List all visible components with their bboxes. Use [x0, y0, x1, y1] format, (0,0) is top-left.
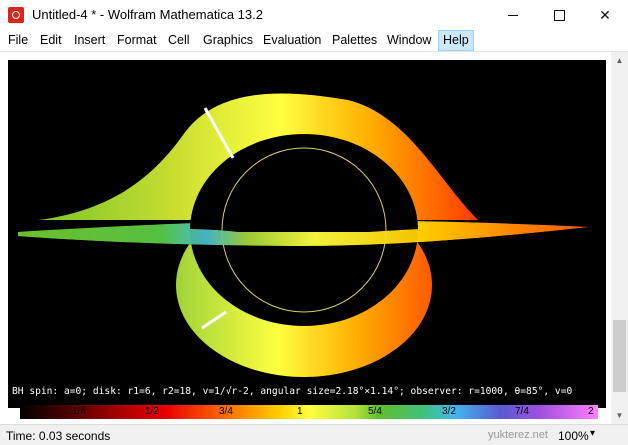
minimize-icon	[508, 14, 518, 16]
legend-tick: 3/4	[219, 406, 233, 417]
menu-window[interactable]: Window	[383, 30, 435, 51]
menu-graphics[interactable]: Graphics	[199, 30, 257, 51]
legend-tick: 5/4	[368, 406, 382, 417]
scroll-up-icon[interactable]: ▲	[611, 52, 628, 69]
menu-file[interactable]: File	[4, 30, 32, 51]
menu-format[interactable]: Format	[113, 30, 161, 51]
legend-tick: 7/4	[515, 406, 529, 417]
legend-tick: 3/2	[442, 406, 456, 417]
menu-edit[interactable]: Edit	[36, 30, 66, 51]
legend-tick: 2	[588, 406, 594, 417]
menu-palettes[interactable]: Palettes	[328, 30, 381, 51]
scroll-thumb[interactable]	[613, 320, 626, 392]
close-icon: ✕	[599, 6, 611, 23]
graphic-caption: BH spin: a=0; disk: r1=6, r2=18, v=1/√r-…	[12, 386, 573, 397]
zoom-level[interactable]: 100%	[558, 429, 589, 443]
maximize-icon	[553, 9, 565, 21]
evaluation-time: Time: 0.03 seconds	[6, 429, 111, 443]
minimize-button[interactable]	[490, 0, 536, 30]
title-bar: Untitled-4 * - Wolfram Mathematica 13.2 …	[0, 0, 628, 30]
mathematica-icon[interactable]	[8, 7, 24, 23]
chevron-down-icon[interactable]: ▾	[590, 428, 595, 439]
legend-tick: 1/4	[72, 406, 86, 417]
legend-tick: 1	[297, 406, 303, 417]
watermark: yukterez.net	[488, 429, 548, 441]
menu-help[interactable]: Help	[438, 30, 474, 51]
status-bar: Time: 0.03 seconds yukterez.net 100% ▾	[0, 424, 628, 445]
black-hole-shadow	[190, 134, 418, 326]
menu-cell[interactable]: Cell	[164, 30, 194, 51]
accretion-disk-render	[18, 93, 588, 377]
scroll-down-icon[interactable]: ▼	[611, 407, 628, 424]
legend-tick: 1/2	[145, 406, 159, 417]
maximize-button[interactable]	[536, 0, 582, 30]
window-title: Untitled-4 * - Wolfram Mathematica 13.2	[32, 7, 263, 22]
black-hole-graphic[interactable]	[8, 60, 606, 408]
menu-insert[interactable]: Insert	[70, 30, 109, 51]
menu-bar: File Edit Insert Format Cell Graphics Ev…	[0, 30, 628, 52]
vertical-scrollbar[interactable]: ▲ ▼	[611, 52, 628, 424]
color-legend-bar	[20, 405, 598, 419]
close-button[interactable]: ✕	[582, 0, 628, 30]
menu-evaluation[interactable]: Evaluation	[259, 30, 325, 51]
